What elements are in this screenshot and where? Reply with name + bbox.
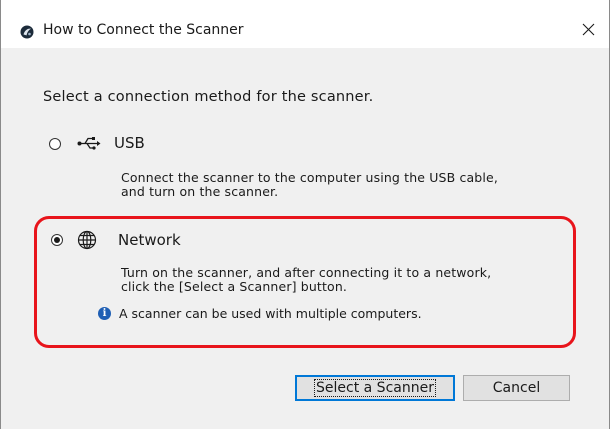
close-button[interactable]: [573, 14, 603, 44]
app-icon: [20, 25, 34, 39]
cancel-button-label: Cancel: [492, 380, 541, 396]
close-icon: [582, 23, 594, 35]
network-radio[interactable]: [51, 234, 63, 246]
cancel-button[interactable]: Cancel: [463, 375, 570, 401]
usb-radio[interactable]: [49, 138, 61, 150]
usb-icon: [77, 137, 101, 150]
select-scanner-button[interactable]: Select a Scanner: [295, 375, 455, 401]
network-description-line: Turn on the scanner, and after connectin…: [121, 265, 492, 280]
select-scanner-button-label: Select a Scanner: [314, 379, 436, 397]
usb-description-line: and turn on the scanner.: [121, 184, 279, 199]
usb-label: USB: [114, 134, 145, 152]
globe-icon: [77, 230, 97, 250]
network-description-line: click the [Select a Scanner] button.: [121, 279, 348, 294]
usb-description: Connect the scanner to the computer usin…: [121, 171, 498, 199]
network-info-note: i A scanner can be used with multiple co…: [98, 306, 422, 321]
connect-scanner-dialog: How to Connect the Scanner Select a conn…: [0, 0, 610, 429]
network-label: Network: [118, 231, 181, 249]
window-title: How to Connect the Scanner: [43, 22, 244, 38]
info-text: A scanner can be used with multiple comp…: [119, 306, 422, 321]
title-bar: How to Connect the Scanner: [1, 0, 609, 48]
network-description: Turn on the scanner, and after connectin…: [121, 266, 491, 294]
info-icon: i: [98, 307, 111, 320]
instruction-text: Select a connection method for the scann…: [43, 89, 374, 105]
usb-description-line: Connect the scanner to the computer usin…: [121, 170, 498, 185]
